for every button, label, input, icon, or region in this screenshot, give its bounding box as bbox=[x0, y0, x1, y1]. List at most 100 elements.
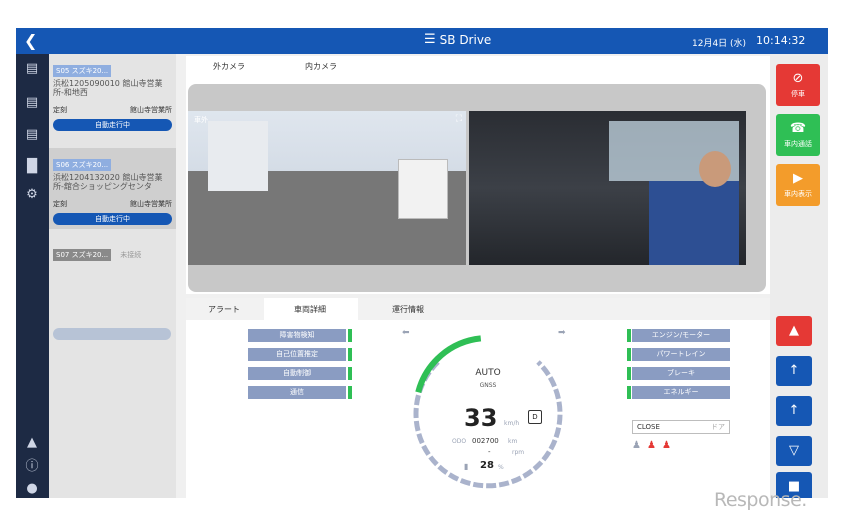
system-label: パワートレイン bbox=[656, 350, 706, 358]
door-label: ドア bbox=[711, 423, 725, 431]
ok-indicator bbox=[348, 329, 352, 342]
control-rail: ⊘ 停車 ☎ 車内通話 ▶ 車内表示 ▲ ↑ ↑ ▽ ■ bbox=[770, 54, 828, 498]
fuel-icon: ▮ bbox=[464, 462, 469, 471]
drive-mode: AUTO bbox=[475, 368, 501, 378]
ok-indicator bbox=[348, 386, 352, 399]
exterior-camera-feed: 車外 ⛶ bbox=[188, 111, 466, 265]
display-icon: ▶ bbox=[793, 171, 803, 186]
expand-icon[interactable]: ⛶ bbox=[456, 114, 462, 124]
door-open-icon: ↑ bbox=[788, 363, 800, 378]
report-icon[interactable]: ▤ bbox=[23, 126, 41, 144]
hazard-button[interactable]: ▲ bbox=[776, 316, 812, 346]
speed-value: 33 bbox=[464, 404, 498, 432]
menu-icon[interactable]: ☰ bbox=[424, 33, 436, 47]
turn-left-indicator-icon: ⬅ bbox=[402, 328, 410, 338]
sensor-status-localization: 自己位置推定 bbox=[248, 348, 352, 361]
camera-view-area: 車外 ⛶ bbox=[188, 84, 766, 292]
tab-interior-camera[interactable]: 内カメラ bbox=[286, 62, 356, 72]
seat-empty-icon: ♟ bbox=[632, 440, 647, 451]
depot: 館山寺営業所 bbox=[130, 106, 172, 114]
ok-indicator bbox=[627, 367, 631, 380]
vehicle-card[interactable]: S05 スズキ20... 浜松1205090010 館山寺営業所-和地西 定刻 館… bbox=[49, 54, 176, 135]
chart-icon[interactable]: █ bbox=[23, 158, 41, 176]
tab-alert[interactable]: アラート bbox=[208, 304, 240, 315]
depot: 館山寺営業所 bbox=[130, 200, 172, 208]
wiper-button[interactable]: ▽ bbox=[776, 436, 812, 466]
camera-panel: 外カメラ 内カメラ 車外 ⛶ bbox=[186, 56, 770, 294]
ok-indicator bbox=[348, 367, 352, 380]
hazard-icon: ▲ bbox=[789, 323, 799, 338]
user-icon[interactable]: ● bbox=[23, 480, 41, 498]
drive-status-badge: 自動走行中 bbox=[53, 119, 172, 131]
vehicle-route: 浜松1204132020 館山寺営業所-舘合ショッピングセンタ bbox=[53, 173, 163, 191]
system-label: エネルギー bbox=[663, 388, 699, 396]
vehicle-placeholder bbox=[53, 328, 171, 340]
system-status-engine: エンジン/モーター bbox=[627, 329, 730, 342]
system-status-brake: ブレーキ bbox=[627, 367, 730, 380]
system-status-powertrain: パワートレイン bbox=[627, 348, 730, 361]
vehicle-tag: S05 スズキ20... bbox=[53, 65, 112, 77]
vehicle-tag: S06 スズキ20... bbox=[53, 159, 112, 171]
stop-icon: ⊘ bbox=[792, 71, 804, 86]
odo-unit: km bbox=[508, 438, 518, 445]
drive-status-badge: 自動走行中 bbox=[53, 213, 172, 225]
system-label: ブレーキ bbox=[667, 369, 695, 377]
schedule-status: 定刻 bbox=[53, 200, 67, 208]
position-source: GNSS bbox=[479, 382, 497, 389]
tab-vehicle-details[interactable]: 車両詳細 bbox=[294, 304, 326, 315]
door-close-icon: ↑ bbox=[788, 403, 800, 418]
intercom-button[interactable]: ☎ 車内通話 bbox=[776, 114, 820, 156]
fuel-value: 28 bbox=[480, 460, 494, 471]
brand-name: SB Drive bbox=[439, 33, 492, 47]
sensor-label: 障害物検知 bbox=[279, 331, 315, 339]
stop-button[interactable]: ⊘ 停車 bbox=[776, 64, 820, 106]
brand: ☰ SB Drive bbox=[424, 33, 492, 48]
door-open-button[interactable]: ↑ bbox=[776, 356, 812, 386]
odo-value: 002700 bbox=[472, 437, 499, 445]
gear-indicator: D bbox=[528, 410, 542, 424]
vehicle-detail-panel: アラート 車両詳細 運行情報 障害物検知 自己位置推定 自動制御 通信 ⬅ ➡ … bbox=[186, 298, 770, 498]
vehicle-route: 浜松1205090010 館山寺営業所-和地西 bbox=[53, 79, 163, 97]
vehicle-card[interactable]: S06 スズキ20... 浜松1204132020 館山寺営業所-舘合ショッピン… bbox=[49, 148, 176, 229]
tab-exterior-camera[interactable]: 外カメラ bbox=[194, 62, 264, 78]
odo-label: ODO bbox=[452, 438, 467, 445]
vehicle-card[interactable]: S07 スズキ20... 未接続 bbox=[49, 238, 176, 265]
intercom-button-label: 車内通話 bbox=[784, 140, 812, 148]
system-label: エンジン/モーター bbox=[651, 331, 711, 339]
ok-indicator bbox=[627, 386, 631, 399]
ok-indicator bbox=[348, 348, 352, 361]
sensor-status-obstacle: 障害物検知 bbox=[248, 329, 352, 342]
ok-indicator bbox=[627, 348, 631, 361]
nav-rail: ▤ ▤ ▤ █ ⚙ ▲ ⓘ ● bbox=[16, 54, 49, 498]
gear-icon[interactable]: ⚙ bbox=[23, 186, 41, 204]
passenger-seats: ♟♟♟ bbox=[632, 440, 677, 451]
system-status-energy: エネルギー bbox=[627, 386, 730, 399]
sensor-status-control: 自動制御 bbox=[248, 367, 352, 380]
bell-icon[interactable]: ▲ bbox=[23, 434, 41, 452]
rpm-value: - bbox=[488, 448, 491, 456]
speed-unit: km/h bbox=[504, 420, 520, 427]
camera-label: 車外 bbox=[194, 116, 208, 124]
rpm-unit: rpm bbox=[512, 449, 525, 456]
clock: 10:14:32 bbox=[756, 34, 806, 47]
map-icon[interactable]: ▤ bbox=[23, 60, 41, 78]
fuel-unit: % bbox=[498, 464, 504, 471]
sensor-status-communication: 通信 bbox=[248, 386, 352, 399]
chevron-left-icon[interactable]: ❮ bbox=[24, 31, 37, 51]
detail-tab-bar: アラート 車両詳細 運行情報 bbox=[186, 298, 770, 320]
turn-right-indicator-icon: ➡ bbox=[558, 328, 566, 338]
door-state: CLOSE bbox=[637, 423, 660, 431]
info-icon[interactable]: ⓘ bbox=[23, 458, 41, 476]
sensor-label: 自動制御 bbox=[283, 369, 311, 377]
tab-operation-info[interactable]: 運行情報 bbox=[392, 304, 424, 315]
in-car-display-button[interactable]: ▶ 車内表示 bbox=[776, 164, 820, 206]
seat-occupied-icon: ♟ bbox=[646, 440, 662, 451]
document-icon[interactable]: ▤ bbox=[23, 94, 41, 112]
door-close-button[interactable]: ↑ bbox=[776, 396, 812, 426]
vehicle-list: S05 スズキ20... 浜松1205090010 館山寺営業所-和地西 定刻 館… bbox=[49, 54, 176, 498]
sensor-label: 通信 bbox=[290, 388, 304, 396]
vehicle-tag: S07 スズキ20... bbox=[53, 249, 112, 261]
in-car-display-button-label: 車内表示 bbox=[784, 190, 812, 198]
interior-camera-feed bbox=[469, 111, 746, 265]
sensor-label: 自己位置推定 bbox=[276, 350, 318, 358]
